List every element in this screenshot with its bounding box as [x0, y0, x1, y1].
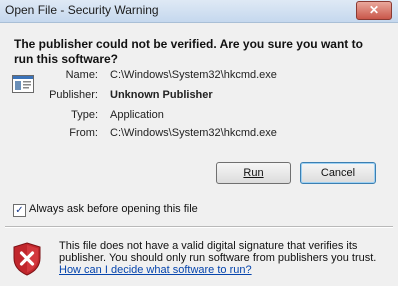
name-value: C:\Windows\System32\hkcmd.exe [110, 69, 277, 81]
run-button-label: Run [243, 167, 264, 179]
dialog-body: The publisher could not be verified. Are… [0, 23, 398, 286]
run-button[interactable]: Run [216, 162, 291, 184]
always-ask-text: Always ask before opening this file [29, 203, 198, 215]
always-ask-label[interactable]: Always ask before opening this file [29, 203, 198, 215]
type-value: Application [110, 109, 164, 121]
publisher-value: Unknown Publisher [110, 89, 213, 101]
always-ask-checkbox[interactable]: ✓ [13, 204, 26, 217]
from-label: From: [69, 127, 98, 139]
divider [5, 226, 393, 228]
from-value: C:\Windows\System32\hkcmd.exe [110, 127, 277, 139]
close-button[interactable]: ✕ [356, 1, 392, 20]
application-window-icon [12, 75, 34, 93]
red-shield-x-icon [13, 242, 41, 276]
cancel-button-label: Cancel [320, 167, 356, 179]
window-title: Open File - Security Warning [5, 3, 159, 17]
cancel-button[interactable]: Cancel [300, 162, 376, 184]
signature-warning-text: This file does not have a valid digital … [59, 240, 377, 264]
title-bar: Open File - Security Warning ✕ [0, 0, 398, 23]
warning-headline: The publisher could not be verified. Are… [14, 37, 363, 66]
type-label: Type: [71, 109, 98, 121]
publisher-label: Publisher: [49, 89, 98, 101]
decide-software-link[interactable]: How can I decide what software to run? [59, 264, 252, 276]
signature-warning: This file does not have a valid digital … [59, 240, 379, 276]
name-label: Name: [65, 69, 98, 81]
